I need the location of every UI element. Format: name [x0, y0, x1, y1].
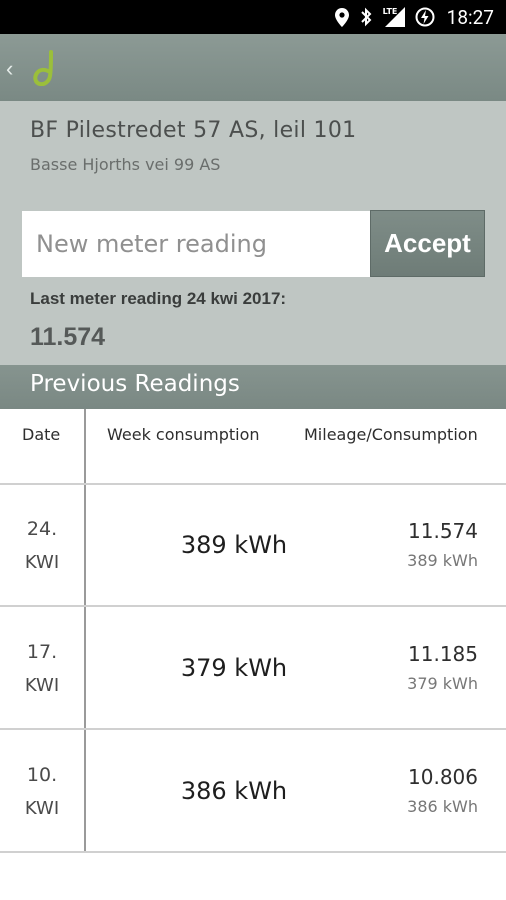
row-sub-consumption: 379 kWh: [407, 674, 478, 693]
previous-readings-bar: Previous Readings: [0, 365, 506, 409]
row-week-label: KWI: [24, 675, 60, 696]
status-time: 18:27: [446, 5, 494, 29]
row-sub-consumption: 386 kWh: [407, 797, 478, 816]
readings-table: Date Week consumption Mileage/Consumptio…: [0, 409, 506, 900]
row-divider: [0, 728, 506, 730]
app-logo-icon[interactable]: [30, 50, 60, 86]
accept-button[interactable]: Accept: [370, 210, 485, 277]
app-bar: ‹: [0, 34, 506, 101]
row-divider: [0, 605, 506, 607]
location-icon: [334, 7, 349, 27]
row-divider: [0, 851, 506, 853]
row-mileage: 11.185: [408, 642, 478, 666]
last-reading-value: 11.574: [30, 323, 106, 351]
property-title: BF Pilestredet 57 AS, leil 101: [30, 118, 357, 143]
row-divider: [0, 483, 506, 485]
row-week-consumption: 386 kWh: [180, 777, 288, 805]
row-week-consumption: 389 kWh: [180, 531, 288, 559]
column-header-mileage: Mileage/Consumption: [304, 425, 478, 444]
row-sub-consumption: 389 kWh: [407, 551, 478, 570]
battery-charging-icon: [415, 7, 435, 27]
row-week-number: 17.: [26, 641, 58, 663]
row-week-number: 24.: [26, 518, 58, 540]
row-week-consumption: 379 kWh: [180, 654, 288, 682]
row-week-label: KWI: [24, 552, 60, 573]
signal-icon: LTE: [383, 7, 405, 27]
row-mileage: 10.806: [408, 765, 478, 789]
column-header-date: Date: [22, 425, 61, 444]
network-type: LTE: [382, 7, 398, 16]
new-meter-reading-input[interactable]: [22, 211, 370, 277]
last-reading-label: Last meter reading 24 kwi 2017:: [30, 289, 287, 308]
column-header-week-consumption: Week consumption: [107, 425, 260, 444]
row-mileage: 11.574: [408, 519, 478, 543]
status-icons: LTE 18:27: [334, 0, 494, 34]
bluetooth-icon: [360, 7, 372, 27]
status-bar: LTE 18:27: [0, 0, 506, 34]
back-button[interactable]: ‹: [6, 56, 13, 82]
property-subtitle: Basse Hjorths vei 99 AS: [30, 155, 221, 174]
row-week-label: KWI: [24, 798, 60, 819]
previous-readings-title: Previous Readings: [30, 371, 240, 397]
row-week-number: 10.: [26, 764, 58, 786]
